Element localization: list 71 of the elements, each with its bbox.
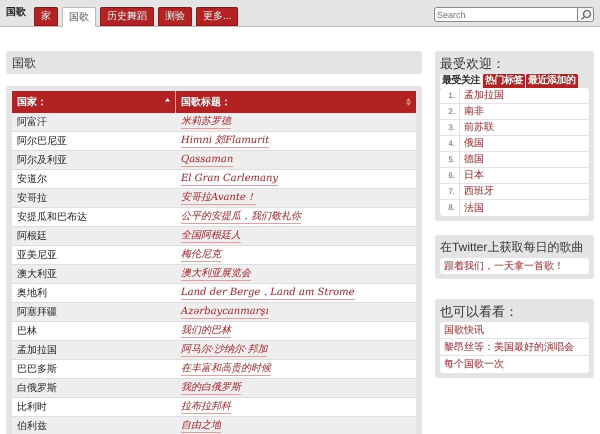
anthem-link[interactable]: 我的白俄罗斯 [181,381,241,395]
rank-number: 2. [447,106,455,118]
country-cell-text: 白俄罗斯 [16,382,58,396]
anthem-link[interactable]: 我们的巴林 [181,324,231,338]
nav-tab[interactable]: 更多... [196,7,238,26]
popular-link[interactable]: 南非 [464,104,484,119]
popular-link[interactable]: 日本 [464,168,484,183]
nav-tab[interactable]: 测验 [158,7,192,26]
rank-number: 8. [447,202,455,214]
country-cell-text: 巴林 [16,324,38,338]
panel-title: 也可以看看： [440,304,519,319]
search-button[interactable] [578,7,594,22]
nav-tab[interactable]: 历史舞蹈 [100,7,154,26]
anthem-link[interactable]: 全国阿根廷人 [181,229,241,243]
anthem-link[interactable]: Himni 郊Flamurit [181,134,270,148]
rank-number: 4. [447,138,455,150]
anthem-link[interactable]: Azərbaycanmarşı [181,305,269,319]
anthem-link[interactable]: 在丰富和高贵的时候 [181,362,271,376]
panel-title: 在Twitter上获取每日的歌曲 [440,240,584,255]
popular-link[interactable]: 孟加拉国 [464,88,504,103]
page-title: 国歌 [6,51,422,74]
country-cell-text: 比利时 [16,400,48,414]
country-cell-text: 阿尔及利亚 [16,154,68,168]
anthem-link[interactable]: 安哥拉Avante！ [181,191,256,205]
anthem-link[interactable]: El Gran Carlemany [181,172,278,186]
anthem-link[interactable]: 自由之地 [181,419,221,433]
panel-tab[interactable]: 热门标签 [483,74,525,88]
anthem-link[interactable]: Qassaman [181,153,234,167]
country-cell-text: 巴巴多斯 [16,362,58,376]
country-cell-text: 孟加拉国 [16,344,58,358]
country-cell-text: 奥地利 [16,286,48,300]
rank-number: 5. [447,154,455,166]
anthem-link[interactable]: 澳大利亚展览会 [181,267,251,281]
rank-number: 3. [447,122,455,134]
popular-link[interactable]: 俄国 [464,136,484,151]
anthem-link[interactable]: 拉布拉邦科 [181,400,231,414]
rank-number: 1. [447,90,455,102]
country-cell-text: 亚美尼亚 [16,248,58,262]
country-cell-text: 安提瓜和巴布达 [16,210,88,224]
site-title[interactable]: 国歌 [6,5,26,20]
country-cell-text: 澳大利亚 [16,268,58,282]
country-cell-text: 阿塞拜疆 [16,306,58,320]
rank-number: 6. [447,170,455,182]
sort-icon [406,98,411,106]
see-also-link[interactable]: 每个国歌一次 [444,357,504,372]
popular-link[interactable]: 前苏联 [464,120,494,135]
anthem-link[interactable]: 米莉苏罗德 [181,115,231,129]
country-cell-text: 伯利兹 [16,420,48,434]
column-header[interactable]: 国歌标题： [176,91,416,113]
popular-link[interactable]: 法国 [464,200,484,216]
popular-link[interactable]: 西班牙 [464,184,494,199]
anthem-link[interactable]: Land der Berge，Land am Strome [181,286,355,300]
panel-tab[interactable]: 最近添加的 [526,74,578,88]
country-cell-text: 阿根廷 [16,230,48,244]
popular-link[interactable]: 德国 [464,152,484,167]
country-cell-text: 安哥拉 [16,192,48,206]
anthem-link[interactable]: 公平的安提瓜，我们敬礼你 [181,210,301,224]
panel-tab[interactable]: 最受关注 [440,74,482,88]
rank-number: 7. [447,186,455,198]
see-also-link[interactable]: 国歌快讯 [444,322,484,338]
country-cell-text: 安道尔 [16,172,48,186]
nav-tab[interactable]: 国歌 [62,7,96,27]
search-icon [580,8,592,20]
search-field[interactable]: Search [434,7,578,22]
panel-title: 最受欢迎： [440,56,506,71]
nav-tab[interactable]: 家 [34,7,58,26]
anthem-link[interactable]: 梅伦尼克 [181,248,221,262]
country-cell-text: 阿富汗 [16,116,48,130]
country-cell-text: 阿尔巴尼亚 [16,134,68,148]
anthem-link[interactable]: 阿马尔·沙纳尔·邦加 [181,343,268,357]
see-also-link[interactable]: 黎昂丝等：美国最好的演唱会 [444,340,574,354]
